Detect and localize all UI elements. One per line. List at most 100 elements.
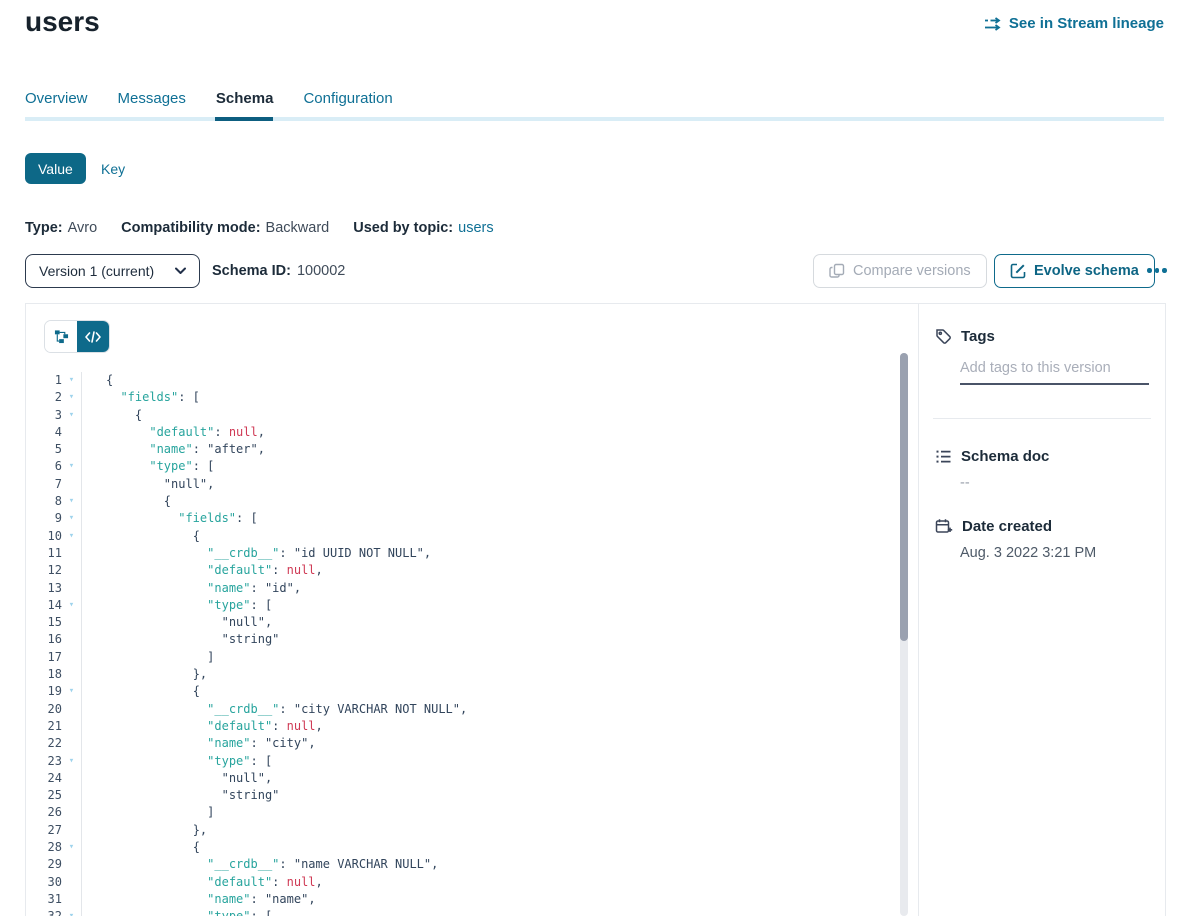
code-line: 4"default": null,: [26, 424, 918, 441]
date-created-title: Date created: [962, 518, 1052, 535]
tag-icon: [935, 328, 952, 345]
code-line: 17]: [26, 649, 918, 666]
code-text: "default": null,: [82, 424, 918, 441]
code-line: 5"name": "after",: [26, 441, 918, 458]
used-by-topic-link[interactable]: users: [458, 220, 493, 236]
stream-lineage-icon: [984, 17, 1002, 31]
line-number: 24: [26, 770, 62, 787]
line-number: 23: [26, 753, 62, 770]
code-line: 22"name": "city",: [26, 735, 918, 752]
gutter: 17: [26, 649, 82, 666]
fold-caret-icon[interactable]: ▾: [62, 493, 81, 510]
tags-input[interactable]: [960, 360, 1149, 385]
code-line: 29"__crdb__": "name VARCHAR NULL",: [26, 856, 918, 873]
code-line: 21"default": null,: [26, 718, 918, 735]
line-number: 9: [26, 510, 62, 527]
gutter: 23▾: [26, 753, 82, 770]
tree-view-button[interactable]: [45, 321, 77, 352]
schema-id-value: 100002: [297, 263, 345, 279]
code-text: "default": null,: [82, 718, 918, 735]
gutter: 31: [26, 891, 82, 908]
fold-caret-icon[interactable]: ▾: [62, 510, 81, 527]
line-number: 2: [26, 389, 62, 406]
code-text: "type": [: [82, 753, 918, 770]
code-text: "fields": [: [82, 510, 918, 527]
line-number: 31: [26, 891, 62, 908]
schema-panel: 1▾{2▾"fields": [3▾{4"default": null,5"na…: [25, 303, 1166, 916]
scrollbar[interactable]: [900, 353, 908, 916]
copy-icon: [829, 263, 845, 279]
fold-caret-icon[interactable]: ▾: [62, 389, 81, 406]
code-text: "null",: [82, 614, 918, 631]
compare-versions-button[interactable]: Compare versions: [813, 254, 987, 288]
gutter: 13: [26, 580, 82, 597]
gutter: 28▾: [26, 839, 82, 856]
line-number: 3: [26, 407, 62, 424]
key-toggle-button[interactable]: Key: [101, 153, 125, 184]
tab-schema[interactable]: Schema: [216, 90, 274, 107]
schema-page: users See in Stream lineage Overview Mess…: [0, 0, 1189, 916]
code-line: 13"name": "id",: [26, 580, 918, 597]
code-lines: 1▾{2▾"fields": [3▾{4"default": null,5"na…: [26, 372, 918, 916]
line-number: 13: [26, 580, 62, 597]
version-select-value: Version 1 (current): [39, 263, 154, 279]
line-number: 30: [26, 874, 62, 891]
compatibility-value: Backward: [266, 220, 330, 236]
code-text: "default": null,: [82, 874, 918, 891]
fold-caret-icon[interactable]: ▾: [62, 683, 81, 700]
code-text: {: [82, 839, 918, 856]
gutter: 16: [26, 631, 82, 648]
code-line: 1▾{: [26, 372, 918, 389]
line-number: 22: [26, 735, 62, 752]
fold-caret-icon[interactable]: ▾: [62, 908, 81, 916]
code-line: 15"null",: [26, 614, 918, 631]
schema-id-label: Schema ID:: [212, 263, 291, 279]
see-in-stream-lineage-link[interactable]: See in Stream lineage: [984, 15, 1164, 32]
more-options-button[interactable]: [1147, 268, 1167, 273]
schema-id: Schema ID: 100002: [212, 254, 345, 288]
fold-caret-icon[interactable]: ▾: [62, 839, 81, 856]
gutter: 26: [26, 804, 82, 821]
code-text: {: [82, 407, 918, 424]
tab-overview[interactable]: Overview: [25, 90, 88, 107]
fold-caret-icon[interactable]: ▾: [62, 372, 81, 389]
gutter: 7: [26, 476, 82, 493]
code-line: 31 "name": "name",: [26, 891, 918, 908]
value-toggle-button[interactable]: Value: [25, 153, 86, 184]
gutter: 27: [26, 822, 82, 839]
code-line: 19▾{: [26, 683, 918, 700]
tab-messages[interactable]: Messages: [118, 90, 186, 107]
gutter: 5: [26, 441, 82, 458]
code-view-button[interactable]: [77, 321, 109, 352]
fold-caret-icon[interactable]: ▾: [62, 528, 81, 545]
fold-caret-icon[interactable]: ▾: [62, 407, 81, 424]
tab-configuration[interactable]: Configuration: [303, 90, 392, 107]
gutter: 32▾: [26, 908, 82, 916]
gutter: 9▾: [26, 510, 82, 527]
gutter: 1▾: [26, 372, 82, 389]
lineage-link-label: See in Stream lineage: [1009, 15, 1164, 32]
evolve-schema-button[interactable]: Evolve schema: [994, 254, 1155, 288]
chevron-down-icon: [175, 267, 186, 275]
fold-caret-icon[interactable]: ▾: [62, 597, 81, 614]
code-text: "name": "name",: [82, 891, 918, 908]
line-number: 11: [26, 545, 62, 562]
code-line: 14▾"type": [: [26, 597, 918, 614]
calendar-plus-icon: [935, 518, 953, 535]
code-text: "__crdb__": "name VARCHAR NULL",: [82, 856, 918, 873]
fold-caret-icon[interactable]: ▾: [62, 458, 81, 475]
code-text: {: [82, 683, 918, 700]
code-text: "name": "after",: [82, 441, 918, 458]
line-number: 28: [26, 839, 62, 856]
code-line: 9▾"fields": [: [26, 510, 918, 527]
code-text: "null",: [82, 476, 918, 493]
code-text: ]: [82, 649, 918, 666]
version-select[interactable]: Version 1 (current): [25, 254, 200, 288]
fold-caret-icon[interactable]: ▾: [62, 753, 81, 770]
code-text: "fields": [: [82, 389, 918, 406]
scrollbar-thumb[interactable]: [900, 353, 908, 641]
code-text: },: [82, 822, 918, 839]
code-text: },: [82, 666, 918, 683]
line-number: 8: [26, 493, 62, 510]
line-number: 7: [26, 476, 62, 493]
